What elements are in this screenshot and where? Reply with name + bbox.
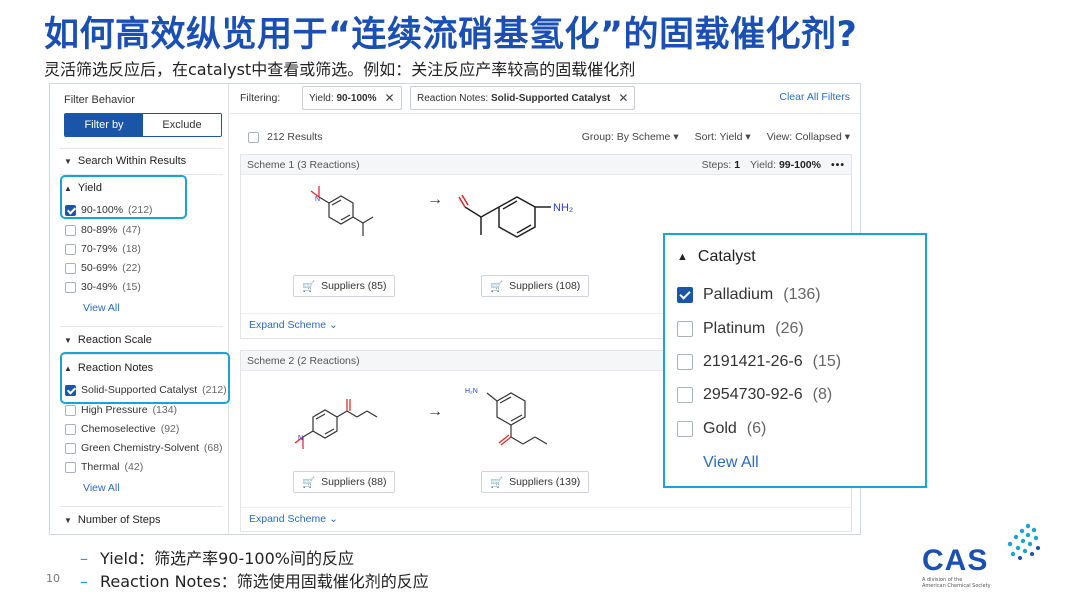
checkbox-icon[interactable] (65, 224, 76, 236)
search-within-results[interactable]: ▼ Search Within Results (64, 155, 186, 167)
catalyst-option-palladium[interactable]: Palladium (136) (677, 286, 821, 304)
select-all-checkbox[interactable] (248, 131, 259, 143)
chevron-up-icon: ▲ (677, 251, 688, 263)
yield-highlight-box (60, 175, 187, 219)
group-dropdown[interactable]: Group: By Scheme ▾ (582, 131, 679, 143)
filter-chip-reaction-notes[interactable]: Reaction Notes: Solid-Supported Catalyst… (410, 86, 636, 110)
nitro-n-label: N (315, 196, 320, 203)
cas-logo-text: CAS (922, 544, 989, 577)
clear-all-filters-link[interactable]: Clear All Filters (779, 91, 850, 103)
checkbox-icon[interactable] (677, 421, 693, 437)
view-dropdown[interactable]: View: Collapsed ▾ (767, 131, 850, 143)
checkbox-icon[interactable] (65, 461, 76, 473)
checkbox-icon[interactable] (65, 442, 76, 454)
cart-icon: 🛒 (302, 476, 316, 489)
catalyst-view-all-link[interactable]: View All (703, 454, 759, 472)
notes-option-high-pressure[interactable]: High Pressure (134) (65, 404, 177, 416)
yield-option-70-79[interactable]: 70-79% (18) (65, 243, 141, 255)
cart-icon: 🛒 (490, 280, 504, 293)
catalyst-option-2954730[interactable]: 2954730-92-6 (8) (677, 386, 832, 404)
notes-view-all-link[interactable]: View All (83, 482, 120, 494)
checkbox-icon[interactable] (65, 281, 76, 293)
nitro-n-label: N (298, 435, 303, 442)
cas-tagline: A division of the American Chemical Soci… (922, 577, 991, 589)
checkbox-icon[interactable] (65, 243, 76, 255)
chevron-down-icon: ▼ (64, 335, 72, 345)
bullet-item: – Reaction Notes：筛选使用固载催化剂的反应 (80, 572, 429, 591)
chevron-down-icon: ▼ (64, 515, 72, 525)
chevron-down-icon: ⌄ (328, 319, 338, 331)
caret-down-icon: ▾ (673, 131, 679, 143)
notes-option-chemoselective[interactable]: Chemoselective (92) (65, 423, 179, 435)
product-structure[interactable]: H₂N (461, 373, 611, 463)
cas-logo: CAS A division of the American Chemical … (918, 520, 1043, 590)
suppliers-button[interactable]: 🛒 Suppliers (139) (481, 471, 590, 493)
cart-icon: 🛒 (302, 280, 316, 293)
catalyst-option-platinum[interactable]: Platinum (26) (677, 320, 804, 338)
cart-icon: 🛒 (490, 476, 504, 489)
bullet-item: – Yield：筛选产率90-100%间的反应 (80, 549, 354, 568)
results-count: 212 Results (267, 131, 323, 143)
reactant-structure[interactable]: N (291, 181, 391, 261)
filter-behavior-toggle: Filter by Exclude (64, 113, 222, 137)
caret-down-icon: ▾ (844, 131, 850, 143)
suppliers-button[interactable]: 🛒 Suppliers (85) (293, 275, 396, 297)
scheme-title: Scheme 1 (3 Reactions) (247, 158, 360, 171)
cas-dots-icon (1007, 523, 1040, 560)
reaction-arrow-icon: → (427, 191, 443, 208)
catalyst-option-2191421[interactable]: 2191421-26-6 (15) (677, 353, 841, 371)
results-toolbar: 212 Results Group: By Scheme ▾ Sort: Yie… (248, 130, 850, 146)
close-icon[interactable]: ✕ (384, 91, 394, 105)
checkbox-checked-icon[interactable] (677, 287, 693, 303)
yield-option-50-69[interactable]: 50-69% (22) (65, 262, 141, 274)
suppliers-button[interactable]: 🛒 Suppliers (88) (293, 471, 396, 493)
catalyst-filter-panel: ▲ Catalyst Palladium (136) Platinum (26)… (663, 233, 927, 488)
scheme-title: Scheme 2 (2 Reactions) (247, 354, 360, 367)
checkbox-icon[interactable] (65, 262, 76, 274)
yield-view-all-link[interactable]: View All (83, 302, 120, 314)
expand-scheme-link[interactable]: Expand Scheme ⌄ (249, 513, 338, 525)
filtering-bar: Filtering: Yield: 90-100% ✕ Reaction Not… (230, 84, 860, 114)
checkbox-icon[interactable] (677, 387, 693, 403)
reaction-arrow-icon: → (427, 403, 443, 420)
expand-scheme-link[interactable]: Expand Scheme ⌄ (249, 319, 338, 331)
product-structure[interactable]: NH₂ (451, 177, 621, 257)
checkbox-icon[interactable] (65, 423, 76, 435)
filter-sidebar: Filter Behavior Filter by Exclude ▼ Sear… (50, 84, 230, 534)
filter-chip-yield[interactable]: Yield: 90-100% ✕ (302, 86, 402, 110)
catalyst-option-gold[interactable]: Gold (6) (677, 420, 766, 438)
notes-option-green-chemistry[interactable]: Green Chemistry-Solvent (68) (65, 442, 223, 454)
checkbox-icon[interactable] (65, 404, 76, 416)
close-icon[interactable]: ✕ (618, 91, 628, 105)
amine-label: NH₂ (553, 202, 573, 214)
reactant-structure[interactable]: N (281, 377, 411, 467)
bullet-list: – Yield：筛选产率90-100%间的反应 – Reaction Notes：筛… (80, 545, 429, 591)
chevron-down-icon: ⌄ (328, 513, 338, 525)
more-options-icon[interactable]: ••• (831, 159, 845, 171)
slide-subtitle: 灵活筛选反应后，在catalyst中查看或筛选。例如：关注反应产率较高的固载催化… (44, 60, 636, 79)
caret-down-icon: ▾ (745, 131, 751, 143)
notes-option-thermal[interactable]: Thermal (42) (65, 461, 143, 473)
yield-option-30-49[interactable]: 30-49% (15) (65, 281, 141, 293)
page-number: 10 (46, 572, 60, 585)
filter-behavior-title: Filter Behavior (64, 94, 135, 106)
sort-dropdown[interactable]: Sort: Yield ▾ (695, 131, 751, 143)
exclude-button[interactable]: Exclude (143, 114, 221, 136)
reaction-scale-header[interactable]: ▼ Reaction Scale (64, 334, 152, 346)
chevron-down-icon: ▼ (64, 156, 72, 166)
notes-highlight-box (60, 352, 230, 404)
yield-option-80-89[interactable]: 80-89% (47) (65, 224, 141, 236)
suppliers-button[interactable]: 🛒 Suppliers (108) (481, 275, 590, 297)
checkbox-icon[interactable] (677, 354, 693, 370)
checkbox-icon[interactable] (677, 321, 693, 337)
number-of-steps-header[interactable]: ▼ Number of Steps (64, 514, 160, 526)
amine-label: H₂N (465, 388, 478, 395)
filter-by-button[interactable]: Filter by (65, 114, 143, 136)
catalyst-section-header[interactable]: ▲ Catalyst (677, 248, 756, 266)
slide-title: 如何高效纵览用于“连续流硝基氢化”的固载催化剂? (44, 15, 858, 55)
filtering-label: Filtering: (240, 92, 281, 104)
